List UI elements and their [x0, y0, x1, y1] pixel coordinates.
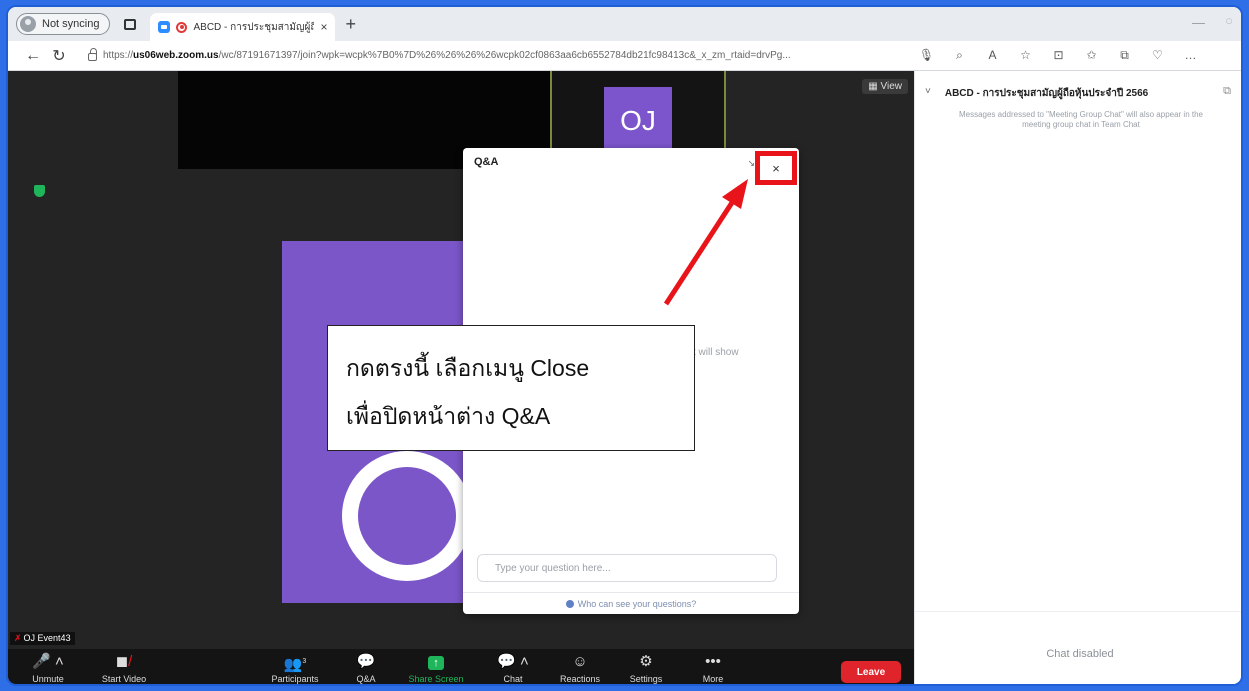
reactions-label: Reactions: [559, 674, 601, 684]
encryption-shield-icon[interactable]: [34, 185, 45, 197]
more-label: More: [702, 674, 724, 684]
tab-title: ABCD - การประชุมสามัญผู้ถือหุ้...: [193, 21, 315, 33]
who-can-see-link[interactable]: Who can see your questions?: [463, 599, 799, 609]
chat-button[interactable]: 💬 ˄ Chat: [478, 653, 548, 684]
reactions-icon: ☺: [572, 653, 588, 670]
more-menu-icon[interactable]: …: [1174, 48, 1207, 63]
callout-line-2: เพื่อปิดหน้าต่าง Q&A: [346, 403, 551, 429]
profile-button[interactable]: Not syncing: [16, 13, 111, 35]
search-icon[interactable]: ⌕: [943, 48, 976, 63]
participants-button[interactable]: 👥3 Participants: [260, 653, 330, 684]
url-prefix: https://: [103, 50, 134, 61]
qa-button[interactable]: 💬 Q&A: [331, 653, 401, 684]
window-option-icon[interactable]: ○: [1225, 13, 1233, 28]
close-icon: ×: [772, 160, 780, 176]
zoom-favicon-icon: [158, 21, 171, 33]
chat-icon: 💬 ˄: [497, 653, 529, 670]
question-input[interactable]: Type your question here...: [477, 554, 777, 582]
qa-close-button[interactable]: ×: [755, 151, 797, 185]
chat-header: ˅ ABCD - การประชุมสามัญผู้ถือหุ้นประจำปี…: [925, 86, 1148, 101]
more-button[interactable]: ••• More: [678, 653, 748, 684]
participant-name-label: ✗ OJ Event43: [10, 632, 75, 645]
browser-toolbar-icons: 🎙 ⌕ A ☆ ⊡ ✩ ⧉ ♡ …: [910, 48, 1207, 63]
participant-avatar: OJ: [604, 87, 672, 155]
qa-icon: 💬: [356, 653, 376, 670]
meeting-toolbar: 🎤 ˄ Unmute ◼/ Start Video 👥3 Participant…: [8, 649, 914, 684]
view-label: View: [880, 81, 903, 92]
start-video-button[interactable]: ◼/ Start Video: [89, 653, 159, 684]
refresh-icon[interactable]: ↻: [46, 46, 72, 66]
unmute-button[interactable]: 🎤 ˄ Unmute: [13, 653, 83, 684]
people-icon: [565, 600, 574, 608]
participant-name: OJ Event43: [23, 633, 71, 643]
participant-count: 3: [302, 658, 307, 665]
qa-title: Q&A: [474, 156, 499, 168]
logo-ring: [342, 451, 472, 581]
start-video-label: Start Video: [101, 674, 147, 684]
back-icon[interactable]: ←: [20, 47, 46, 65]
participants-label: Participants: [271, 674, 319, 684]
reactions-button[interactable]: ☺ Reactions: [545, 653, 615, 684]
share-screen-label: Share Screen: [408, 674, 464, 684]
address-bar: ← ↻ https://us06web.zoom.us/wc/871916713…: [8, 41, 1241, 71]
callout-line-1: กดตรงนี้ เลือกเมนู Close: [346, 355, 590, 381]
chat-title: ABCD - การประชุมสามัญผู้ถือหุ้นประจำปี 2…: [944, 88, 1149, 99]
split-screen-icon[interactable]: ⊡: [1042, 48, 1075, 63]
active-tab[interactable]: ABCD - การประชุมสามัญผู้ถือหุ้... ×: [150, 13, 336, 41]
read-aloud-icon[interactable]: A: [976, 48, 1009, 63]
tab-close-icon[interactable]: ×: [320, 20, 327, 34]
chat-panel: ˅ ABCD - การประชุมสามัญผู้ถือหุ้นประจำปี…: [914, 71, 1241, 684]
chat-notice: Messages addressed to "Meeting Group Cha…: [958, 110, 1204, 129]
leave-button[interactable]: Leave: [841, 661, 901, 683]
more-icon: •••: [705, 653, 721, 670]
lock-icon: [88, 48, 97, 61]
collections-icon[interactable]: ⧉: [1108, 48, 1141, 63]
chevron-down-icon[interactable]: ˅: [925, 86, 931, 101]
url-field[interactable]: https://us06web.zoom.us/wc/87191671397/j…: [82, 45, 902, 67]
tab-bar: Not syncing ABCD - การประชุมสามัญผู้ถือห…: [8, 7, 1241, 41]
share-screen-button[interactable]: ↑ Share Screen: [401, 653, 471, 684]
qa-label: Q&A: [356, 674, 376, 684]
share-screen-icon: ↑: [401, 653, 471, 671]
meeting-area: OJ ▦ View Q&A ↘ × st will show Type your…: [8, 71, 914, 684]
url-host: us06web.zoom.us: [133, 50, 219, 61]
view-button[interactable]: ▦ View: [862, 79, 908, 94]
gear-icon: ⚙: [639, 653, 653, 670]
instruction-callout: กดตรงนี้ เลือกเมนู Close เพื่อปิดหน้าต่า…: [327, 325, 695, 451]
browser-essentials-icon[interactable]: ♡: [1141, 48, 1174, 63]
video-off-icon: ◼/: [115, 653, 133, 670]
new-tab-button[interactable]: +: [345, 14, 356, 35]
participants-icon: 👥3: [283, 656, 307, 673]
qa-minimize-icon[interactable]: ↘: [747, 158, 755, 169]
chat-disabled-label: Chat disabled: [1046, 648, 1114, 660]
url-path: /wc/87191671397/join?wpk=wcpk%7B0%7D%26%…: [218, 50, 791, 61]
recording-icon: [176, 21, 188, 33]
divider: [915, 611, 1241, 612]
unmute-label: Unmute: [32, 674, 64, 684]
minimize-window-icon[interactable]: —: [1192, 15, 1205, 30]
chat-label: Chat: [503, 674, 523, 684]
settings-button[interactable]: ⚙ Settings: [611, 653, 681, 684]
mic-icon[interactable]: 🎙: [910, 48, 943, 63]
profile-icon: [20, 16, 36, 32]
popout-icon[interactable]: ⧉: [1223, 85, 1231, 98]
muted-mic-icon: ✗: [14, 633, 22, 643]
browser-window: Not syncing ABCD - การประชุมสามัญผู้ถือห…: [6, 5, 1243, 686]
profile-label: Not syncing: [42, 18, 100, 30]
settings-label: Settings: [629, 674, 663, 684]
muted-mic-icon: 🎤 ˄: [32, 653, 64, 670]
favorite-star-icon[interactable]: ☆: [1009, 48, 1042, 63]
who-can-see-label: Who can see your questions?: [577, 599, 697, 609]
divider: [463, 592, 799, 593]
tab-actions-icon[interactable]: [124, 18, 137, 30]
favorites-icon[interactable]: ✩: [1075, 48, 1108, 63]
qa-empty-message: st will show: [688, 347, 739, 358]
